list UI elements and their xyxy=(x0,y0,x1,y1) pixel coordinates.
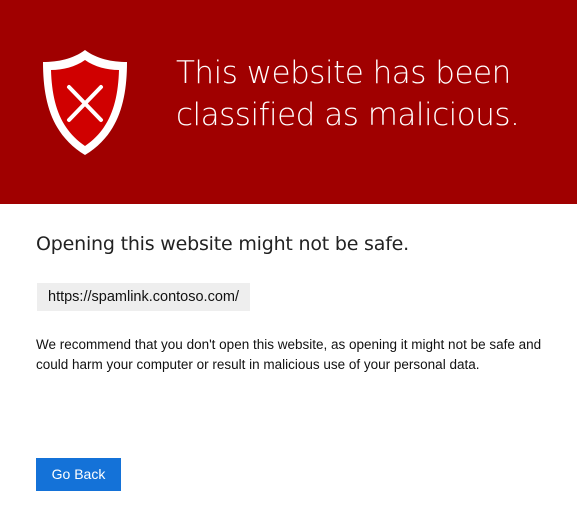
warning-banner: This website has been classified as mali… xyxy=(0,0,577,204)
safety-warning-title: Opening this website might not be safe. xyxy=(36,233,410,255)
malicious-website-warning-page: This website has been classified as mali… xyxy=(0,0,577,510)
blocked-url: https://spamlink.contoso.com/ xyxy=(37,283,250,311)
recommendation-text: We recommend that you don't open this we… xyxy=(36,337,542,372)
go-back-button[interactable]: Go Back xyxy=(36,458,121,491)
shield-x-icon xyxy=(43,50,127,155)
malicious-website-heading: This website has been classified as mali… xyxy=(176,55,520,133)
